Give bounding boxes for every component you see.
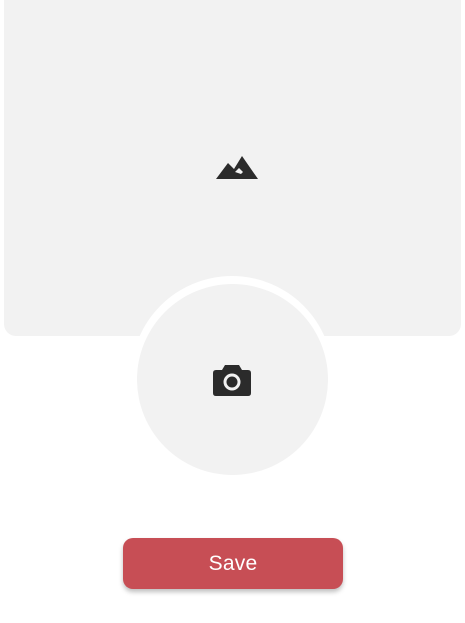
- profile-photo-editor: Save: [0, 0, 465, 623]
- camera-icon: [213, 365, 251, 396]
- avatar-photo-picker[interactable]: [137, 284, 328, 475]
- mountains-icon: [216, 156, 258, 179]
- save-button[interactable]: Save: [123, 538, 343, 589]
